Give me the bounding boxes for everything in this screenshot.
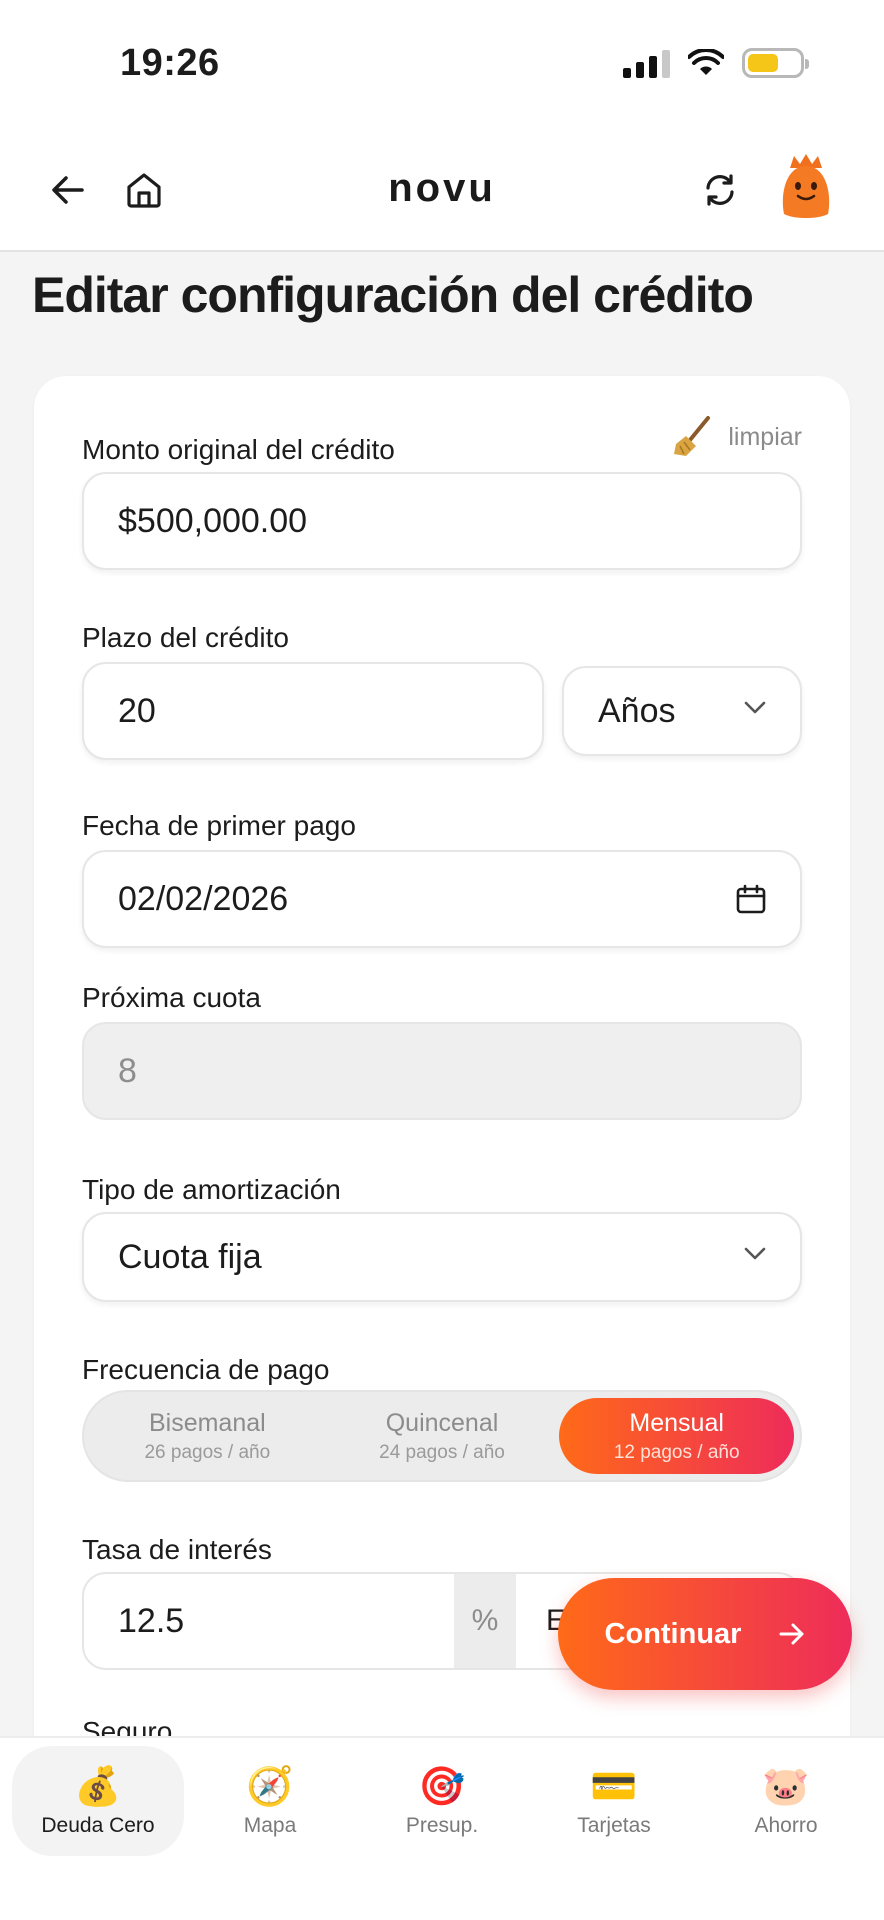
arrow-right-icon bbox=[779, 1623, 804, 1645]
frequency-segmented-control: Bisemanal 26 pagos / año Quincenal 24 pa… bbox=[82, 1390, 802, 1482]
first-payment-date-value: 02/02/2026 bbox=[118, 879, 289, 918]
clear-label: limpiar bbox=[728, 422, 802, 451]
continue-label: Continuar bbox=[604, 1617, 742, 1650]
first-payment-date-input[interactable]: 02/02/2026 bbox=[82, 850, 802, 948]
next-installment-input: 8 bbox=[82, 1022, 802, 1120]
cellular-signal-icon bbox=[623, 48, 670, 78]
nav-item-ahorro[interactable]: 🐷 Ahorro bbox=[700, 1746, 872, 1856]
frequency-option-mensual[interactable]: Mensual 12 pagos / año bbox=[559, 1398, 795, 1474]
credit-config-card: limpiar Monto original del crédito $500,… bbox=[34, 376, 850, 1776]
nav-item-deuda-cero[interactable]: 💰 Deuda Cero bbox=[12, 1746, 184, 1856]
chevron-down-icon bbox=[744, 701, 766, 714]
interest-rate-label: Tasa de interés bbox=[82, 1534, 272, 1565]
mascot-avatar-icon bbox=[782, 154, 830, 218]
app-header: novu bbox=[0, 130, 884, 252]
nav-label: Presup. bbox=[405, 1814, 479, 1837]
percent-suffix: % bbox=[454, 1574, 516, 1668]
status-icons bbox=[623, 48, 809, 78]
clear-button[interactable]: limpiar bbox=[672, 416, 802, 458]
money-bag-icon: 💰 bbox=[74, 1764, 122, 1808]
next-installment-label: Próxima cuota bbox=[82, 982, 261, 1013]
first-payment-label: Fecha de primer pago bbox=[82, 810, 356, 841]
nav-label: Mapa bbox=[243, 1814, 297, 1837]
nav-item-presupuesto[interactable]: 🎯 Presup. bbox=[356, 1746, 528, 1856]
amount-label: Monto original del crédito bbox=[82, 434, 395, 465]
amount-input[interactable]: $500,000.00 bbox=[82, 472, 802, 570]
interest-rate-input[interactable]: 12.5 bbox=[84, 1574, 454, 1668]
nav-label: Tarjetas bbox=[577, 1814, 651, 1837]
nav-label: Ahorro bbox=[754, 1814, 818, 1837]
broom-icon bbox=[674, 416, 711, 456]
compass-icon: 🧭 bbox=[246, 1764, 294, 1808]
frequency-option-quincenal[interactable]: Quincenal 24 pagos / año bbox=[325, 1398, 560, 1474]
target-icon: 🎯 bbox=[418, 1764, 466, 1808]
term-unit-select[interactable]: Años bbox=[562, 666, 802, 756]
amortization-label: Tipo de amortización bbox=[82, 1174, 341, 1205]
refresh-icon bbox=[706, 174, 734, 206]
term-unit-value: Años bbox=[598, 691, 676, 730]
bottom-nav: 💰 Deuda Cero 🧭 Mapa 🎯 Presup. 💳 Tarjetas… bbox=[0, 1736, 884, 1920]
calendar-icon[interactable] bbox=[736, 884, 766, 914]
chevron-down-icon bbox=[744, 1247, 766, 1260]
amortization-select[interactable]: Cuota fija bbox=[82, 1212, 802, 1302]
credit-card-icon: 💳 bbox=[590, 1764, 638, 1808]
nav-item-mapa[interactable]: 🧭 Mapa bbox=[184, 1746, 356, 1856]
page-title: Editar configuración del crédito bbox=[32, 267, 754, 323]
refresh-button[interactable] bbox=[690, 160, 750, 220]
frequency-option-bisemanal[interactable]: Bisemanal 26 pagos / año bbox=[90, 1398, 325, 1474]
app-logo: novu bbox=[388, 166, 496, 210]
status-time: 19:26 bbox=[120, 42, 220, 84]
term-input[interactable]: 20 bbox=[82, 662, 544, 760]
continue-button[interactable]: Continuar bbox=[558, 1578, 852, 1690]
status-bar: 19:26 bbox=[0, 0, 884, 130]
wifi-icon bbox=[688, 49, 724, 75]
frequency-label: Frecuencia de pago bbox=[82, 1354, 330, 1385]
term-label: Plazo del crédito bbox=[82, 622, 290, 653]
amortization-value: Cuota fija bbox=[118, 1237, 262, 1276]
piggy-bank-icon: 🐷 bbox=[762, 1764, 810, 1808]
battery-icon bbox=[742, 48, 809, 78]
nav-label: Deuda Cero bbox=[41, 1814, 155, 1837]
nav-item-tarjetas[interactable]: 💳 Tarjetas bbox=[528, 1746, 700, 1856]
avatar[interactable] bbox=[776, 154, 836, 220]
